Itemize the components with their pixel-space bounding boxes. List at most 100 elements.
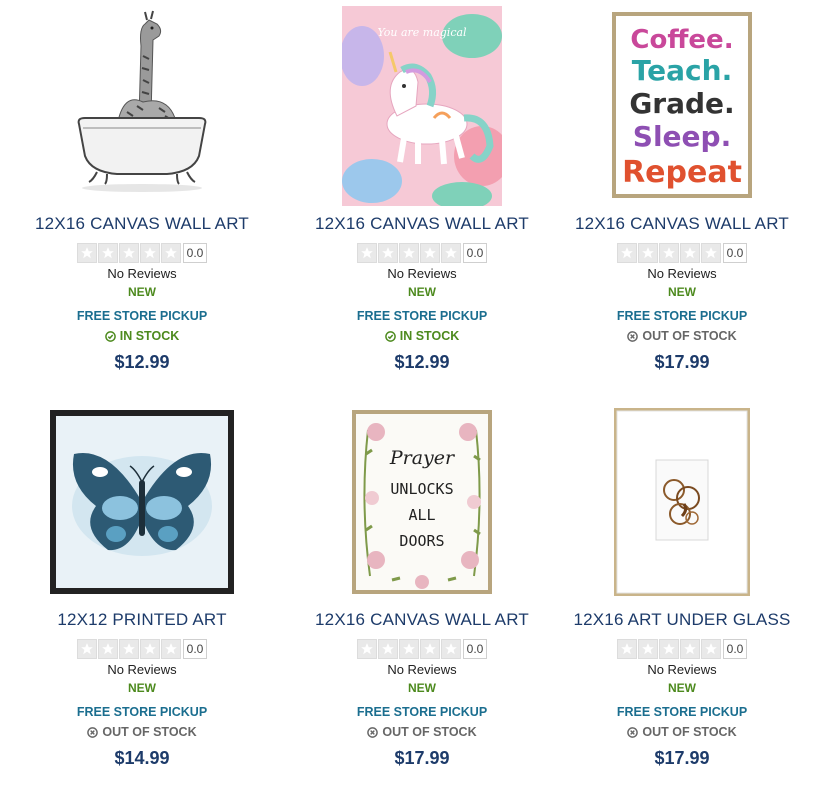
star-icon — [420, 243, 440, 263]
new-badge: NEW — [128, 681, 156, 695]
check-circle-icon — [104, 330, 116, 342]
coffee-rings-art — [614, 408, 750, 596]
star-icon — [399, 243, 419, 263]
product-card[interactable]: 12X12 PRINTED ART 0.0 No Reviews NEW FRE… — [10, 396, 274, 776]
art-line: Prayer — [389, 447, 456, 469]
stock-status: OUT OF STOCK — [10, 725, 274, 739]
rating-score: 0.0 — [183, 243, 207, 263]
stock-status-text: OUT OF STOCK — [382, 725, 477, 739]
rating-score: 0.0 — [723, 639, 747, 659]
butterfly-art — [50, 410, 234, 594]
rating-score: 0.0 — [183, 639, 207, 659]
prayer-floral-art: Prayer UNLOCKS ALL DOORS — [352, 410, 492, 594]
art-line: ALL — [408, 506, 435, 524]
rating: 0.0 — [550, 639, 814, 659]
store-pickup-label: FREE STORE PICKUP — [76, 309, 208, 323]
new-badge: NEW — [408, 681, 436, 695]
star-icon — [98, 243, 118, 263]
review-count[interactable]: No Reviews — [290, 266, 554, 281]
stock-status-text: IN STOCK — [399, 329, 460, 343]
product-card[interactable]: Prayer UNLOCKS ALL DOORS 12X16 CANVAS WA… — [290, 396, 554, 776]
store-pickup-label: FREE STORE PICKUP — [616, 705, 748, 719]
star-icon — [701, 243, 721, 263]
rating: 0.0 — [290, 243, 554, 263]
art-line: UNLOCKS — [390, 480, 453, 498]
star-icon — [638, 639, 658, 659]
product-image[interactable] — [10, 396, 274, 602]
rating: 0.0 — [550, 243, 814, 263]
star-icon — [420, 639, 440, 659]
stock-status-text: OUT OF STOCK — [102, 725, 197, 739]
giraffe-in-bathtub-art — [67, 6, 217, 206]
review-count[interactable]: No Reviews — [290, 662, 554, 677]
star-icon — [617, 639, 637, 659]
product-title[interactable]: 12X16 CANVAS WALL ART — [10, 214, 274, 234]
product-title[interactable]: 12X16 CANVAS WALL ART — [290, 214, 554, 234]
rating-score: 0.0 — [723, 243, 747, 263]
product-image[interactable]: Coffee. Teach. Grade. Sleep. Repeat — [550, 0, 814, 206]
review-count[interactable]: No Reviews — [550, 266, 814, 281]
art-line: Coffee. — [630, 25, 733, 55]
star-icon — [659, 243, 679, 263]
star-icon — [77, 243, 97, 263]
x-circle-icon — [627, 726, 639, 738]
product-title[interactable]: 12X16 ART UNDER GLASS — [550, 610, 814, 630]
star-rating — [357, 639, 461, 659]
art-line: Teach. — [632, 54, 732, 87]
product-price: $17.99 — [654, 748, 710, 768]
store-pickup-label: FREE STORE PICKUP — [76, 705, 208, 719]
rating-score: 0.0 — [463, 639, 487, 659]
star-icon — [659, 639, 679, 659]
x-circle-icon — [367, 726, 379, 738]
stock-status: OUT OF STOCK — [550, 329, 814, 343]
star-icon — [378, 639, 398, 659]
product-card[interactable]: Coffee. Teach. Grade. Sleep. Repeat 12X1… — [550, 0, 814, 380]
new-badge: NEW — [668, 285, 696, 299]
product-title[interactable]: 12X12 PRINTED ART — [10, 610, 274, 630]
star-icon — [399, 639, 419, 659]
product-price: $17.99 — [394, 748, 450, 768]
product-title[interactable]: 12X16 CANVAS WALL ART — [290, 610, 554, 630]
star-icon — [98, 639, 118, 659]
star-icon — [441, 639, 461, 659]
store-pickup-label: FREE STORE PICKUP — [356, 705, 488, 719]
star-icon — [638, 243, 658, 263]
star-rating — [617, 639, 721, 659]
product-image[interactable] — [10, 0, 274, 206]
product-image[interactable]: Prayer UNLOCKS ALL DOORS — [290, 396, 554, 602]
review-count[interactable]: No Reviews — [10, 266, 274, 281]
x-circle-icon — [87, 726, 99, 738]
star-rating — [77, 639, 181, 659]
check-circle-icon — [384, 330, 396, 342]
stock-status-text: OUT OF STOCK — [642, 329, 737, 343]
store-pickup-label: FREE STORE PICKUP — [356, 309, 488, 323]
stock-status: OUT OF STOCK — [290, 725, 554, 739]
star-icon — [378, 243, 398, 263]
stock-status: IN STOCK — [10, 329, 274, 343]
stock-status: IN STOCK — [290, 329, 554, 343]
product-title[interactable]: 12X16 CANVAS WALL ART — [550, 214, 814, 234]
star-icon — [161, 639, 181, 659]
art-line: Repeat — [622, 155, 742, 190]
product-card[interactable]: 12X16 ART UNDER GLASS 0.0 No Reviews NEW… — [550, 396, 814, 776]
star-icon — [680, 639, 700, 659]
product-card[interactable]: You are magical 12X16 CANVAS WALL ART 0.… — [290, 0, 554, 380]
product-image[interactable]: You are magical — [290, 0, 554, 206]
product-card[interactable]: 12X16 CANVAS WALL ART 0.0 No Reviews NEW… — [10, 0, 274, 380]
star-rating — [357, 243, 461, 263]
unicorn-art: You are magical — [342, 6, 502, 206]
stock-status-text: OUT OF STOCK — [642, 725, 737, 739]
star-rating — [617, 243, 721, 263]
stock-status: OUT OF STOCK — [550, 725, 814, 739]
star-icon — [441, 243, 461, 263]
review-count[interactable]: No Reviews — [10, 662, 274, 677]
art-text: You are magical — [377, 26, 467, 39]
rating: 0.0 — [290, 639, 554, 659]
review-count[interactable]: No Reviews — [550, 662, 814, 677]
product-price: $17.99 — [654, 352, 710, 372]
star-icon — [680, 243, 700, 263]
stock-status-text: IN STOCK — [119, 329, 180, 343]
product-image[interactable] — [550, 396, 814, 602]
rating-score: 0.0 — [463, 243, 487, 263]
rating: 0.0 — [10, 639, 274, 659]
